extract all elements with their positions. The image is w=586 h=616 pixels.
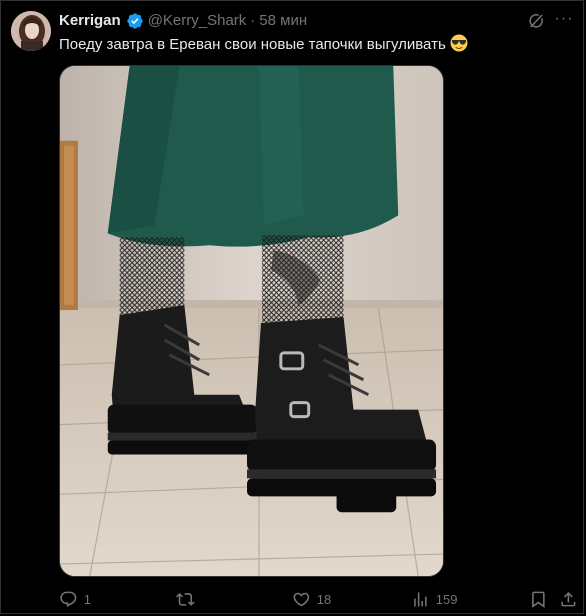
avatar-image <box>11 11 51 51</box>
avatar[interactable] <box>11 11 51 51</box>
grok-icon[interactable] <box>527 12 545 30</box>
header-separator: · <box>250 12 256 29</box>
author-handle[interactable]: @Kerry_Shark <box>148 11 247 31</box>
share-button[interactable] <box>559 589 578 609</box>
reply-count: 1 <box>83 591 91 607</box>
reply-icon <box>60 591 77 607</box>
author-name[interactable]: Kerrigan <box>59 11 121 31</box>
retweet-icon <box>176 592 195 606</box>
views-count: 159 <box>435 591 458 607</box>
sunglasses-face-emoji <box>450 34 468 52</box>
views-chart-icon <box>414 591 427 607</box>
photo-boots-image <box>60 66 443 576</box>
bookmark-icon <box>532 591 545 608</box>
tweet-text: Поеду завтра в Ереван свои новые тапочки… <box>59 34 569 55</box>
reply-button[interactable]: 1 <box>59 589 91 609</box>
like-button[interactable]: 18 <box>292 589 331 609</box>
heart-icon <box>293 592 310 607</box>
retweet-button[interactable] <box>176 589 201 609</box>
tweet-header: Kerrigan @Kerry_Shark · 58 мин <box>59 11 307 31</box>
bookmark-button[interactable] <box>529 589 548 609</box>
tweet-card[interactable]: Kerrigan @Kerry_Shark · 58 мин ··· Поеду… <box>0 0 584 614</box>
tweet-body: Поеду завтра в Ереван свои новые тапочки… <box>59 36 446 53</box>
verified-badge-icon[interactable] <box>126 12 144 30</box>
tweet-actions: 1 18 159 <box>59 589 579 609</box>
tweet-photo[interactable] <box>59 65 444 577</box>
share-icon <box>561 591 576 607</box>
post-time[interactable]: 58 мин <box>259 11 307 31</box>
views-button[interactable]: 159 <box>411 589 457 609</box>
more-options-icon[interactable]: ··· <box>553 11 575 31</box>
like-count: 18 <box>316 591 332 607</box>
